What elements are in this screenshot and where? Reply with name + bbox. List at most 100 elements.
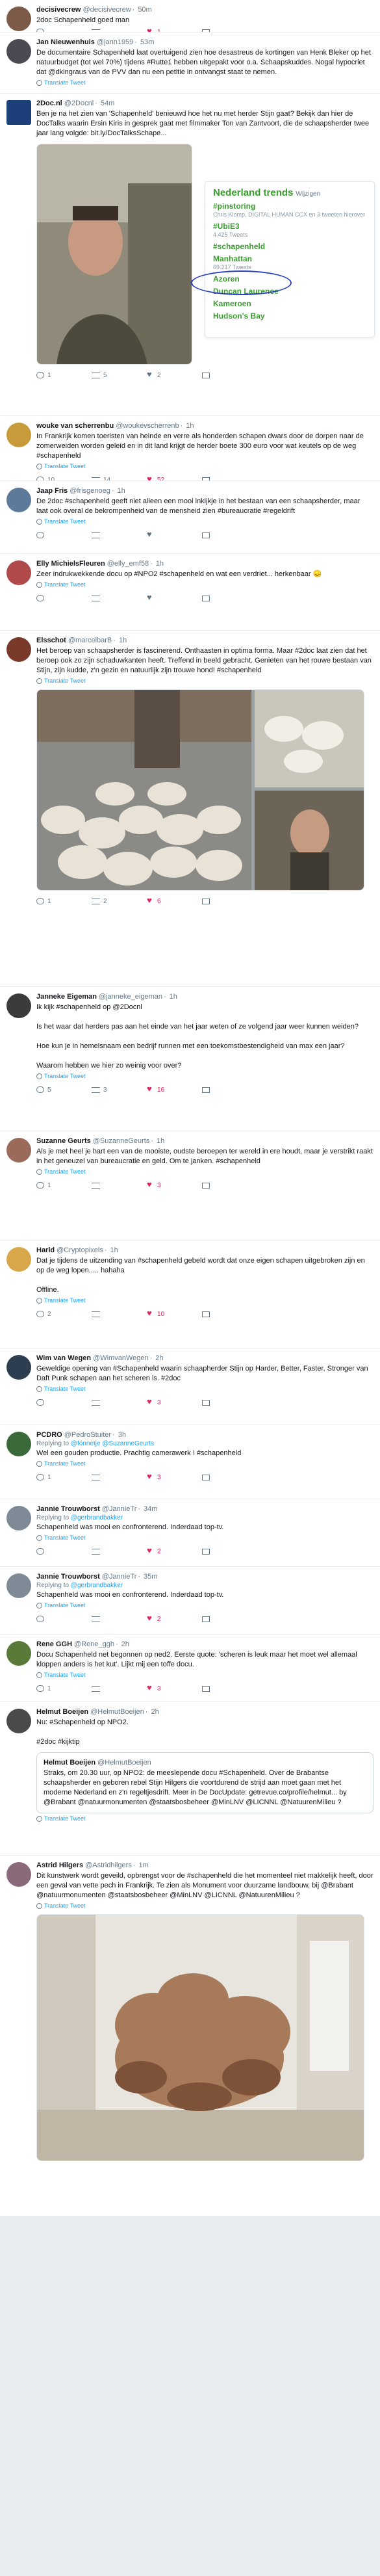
timestamp[interactable]: 1h	[110, 1246, 118, 1254]
timestamp[interactable]: 1h	[118, 487, 125, 495]
like-button[interactable]: 3	[147, 1179, 202, 1189]
tweet[interactable]: Janneke Eigeman @janneke_eigeman · 1h Ik ki…	[0, 987, 380, 1131]
reply-button[interactable]	[36, 1616, 92, 1622]
user-name[interactable]: Jannie Trouwborst	[36, 1573, 100, 1581]
like-button[interactable]: 3	[147, 1471, 202, 1481]
retweet-button[interactable]	[92, 1616, 147, 1622]
tweet[interactable]: Elly MichielsFleuren @elly_emf58 · 1h Zeer …	[0, 554, 380, 631]
trend-item[interactable]: #UbiE3 4.425 Tweets	[213, 222, 366, 239]
user-name[interactable]: PCDRO	[36, 1431, 62, 1439]
timestamp[interactable]: 34m	[144, 1505, 157, 1513]
trend-item[interactable]: #pinstoring Chris Klomp, DIGITAL HUMAN CC…	[213, 202, 366, 218]
tweet[interactable]: Rene GGH @Rene_ggh · 2h Docu Schapenheld ne…	[0, 1635, 380, 1702]
user-name[interactable]: Jannie Trouwborst	[36, 1505, 100, 1513]
avatar[interactable]	[6, 1709, 31, 1733]
translate-link[interactable]: Translate Tweet	[36, 581, 374, 588]
user-handle[interactable]: @decisivecrew	[83, 6, 131, 14]
mention-link[interactable]: @fonnetje @SuzanneGeurts	[71, 1440, 154, 1447]
reply-button[interactable]	[36, 1548, 92, 1555]
tweet[interactable]: Jannie Trouwborst @JannieTr · 35m Replying …	[0, 1567, 380, 1635]
timestamp[interactable]: 3h	[118, 1431, 126, 1439]
user-name[interactable]: Jan Nieuwenhuis	[36, 38, 95, 46]
user-handle[interactable]: @frisgenoeg	[70, 487, 110, 495]
avatar[interactable]	[6, 637, 31, 662]
like-button[interactable]: 2	[147, 1545, 202, 1555]
user-handle[interactable]: @PedroStuiter	[64, 1431, 111, 1439]
dm-button[interactable]	[202, 1685, 257, 1692]
user-handle[interactable]: @jann1959	[97, 38, 133, 46]
user-name[interactable]: decisivecrew	[36, 6, 81, 14]
translate-link[interactable]: Translate Tweet	[36, 518, 374, 525]
dm-button[interactable]	[202, 1182, 257, 1189]
like-button[interactable]	[147, 529, 202, 539]
avatar[interactable]	[6, 423, 31, 447]
quoted-user-name[interactable]: Helmut Boeijen	[44, 1759, 95, 1767]
user-handle[interactable]: @JannieTr	[102, 1573, 137, 1581]
tweet[interactable]: Harld @Cryptopixels · 1h Dat je tijdens de …	[0, 1241, 380, 1348]
retweet-button[interactable]: 3	[92, 1086, 147, 1094]
tweet[interactable]: PCDRO @PedroStuiter · 3h Replying to @fonne…	[0, 1425, 380, 1499]
user-handle[interactable]: @marcelbarB	[68, 637, 112, 644]
tweet[interactable]: 2Doc.nl @2Docnl · 54m Ben je na het zien va…	[0, 94, 380, 416]
translate-link[interactable]: Translate Tweet	[36, 1534, 374, 1541]
user-handle[interactable]: @WimvanWegen	[93, 1354, 149, 1362]
retweet-button[interactable]	[92, 1311, 147, 1317]
tweet-image[interactable]	[36, 689, 364, 891]
translate-link[interactable]: Translate Tweet	[36, 1602, 374, 1609]
avatar[interactable]	[6, 7, 31, 31]
reply-button[interactable]: 2	[36, 1311, 92, 1318]
dm-button[interactable]	[202, 898, 257, 904]
timestamp[interactable]: 35m	[144, 1573, 157, 1581]
user-name[interactable]: wouke van scherrenbu	[36, 422, 114, 430]
timestamp[interactable]: 2h	[151, 1708, 158, 1716]
timestamp[interactable]: 1h	[156, 560, 164, 568]
trend-item-schapenheld[interactable]: #schapenheld	[213, 242, 366, 251]
avatar[interactable]	[6, 1506, 31, 1531]
tweet[interactable]: wouke van scherrenbu @woukevscherrenb · 1h …	[0, 416, 380, 481]
user-handle[interactable]: @2Docnl	[64, 99, 94, 107]
user-handle[interactable]: @SuzanneGeurts	[93, 1137, 150, 1145]
timestamp[interactable]: 2h	[121, 1640, 129, 1648]
avatar[interactable]	[6, 1138, 31, 1163]
dm-button[interactable]	[202, 1399, 257, 1406]
retweet-button[interactable]: 5	[92, 372, 147, 379]
reply-button[interactable]	[36, 532, 92, 538]
translate-link[interactable]: Translate Tweet	[36, 1902, 374, 1909]
reply-button[interactable]: 10	[36, 477, 92, 480]
retweet-button[interactable]	[92, 532, 147, 538]
user-name[interactable]: Astrid Hilgers	[36, 1861, 83, 1869]
tweet[interactable]: Suzanne Geurts @SuzanneGeurts · 1h Als je m…	[0, 1131, 380, 1241]
translate-link[interactable]: Translate Tweet	[36, 79, 374, 86]
avatar[interactable]	[6, 560, 31, 585]
timestamp[interactable]: 2h	[155, 1354, 163, 1362]
like-button[interactable]: 16	[147, 1084, 202, 1094]
mention-link[interactable]: @gerbrandbakker	[71, 1582, 123, 1589]
tweet[interactable]: Helmut Boeijen @HelmutBoeijen · 2h Nu: #Sch…	[0, 1702, 380, 1856]
reply-button[interactable]	[36, 595, 92, 601]
tweet[interactable]: Jan Nieuwenhuis @jann1959 · 53m De document…	[0, 33, 380, 94]
timestamp[interactable]: 53m	[140, 38, 154, 46]
tweet-image[interactable]	[36, 1914, 364, 2161]
tweet[interactable]: Astrid Hilgers @Astridhilgers · 1m Dit kuns…	[0, 1856, 380, 2216]
retweet-button[interactable]	[92, 1182, 147, 1189]
reply-button[interactable]: 1	[36, 372, 92, 379]
user-name[interactable]: Rene GGH	[36, 1640, 72, 1648]
dm-button[interactable]	[202, 1548, 257, 1555]
translate-link[interactable]: Translate Tweet	[36, 1168, 374, 1175]
timestamp[interactable]: 1h	[186, 422, 194, 430]
like-button[interactable]: 2	[147, 369, 202, 379]
translate-link[interactable]: Translate Tweet	[36, 1386, 374, 1392]
retweet-button[interactable]	[92, 1548, 147, 1555]
translate-link[interactable]: Translate Tweet	[36, 1460, 374, 1467]
avatar[interactable]	[6, 993, 31, 1018]
timestamp[interactable]: 1h	[157, 1137, 164, 1145]
user-handle[interactable]: @Cryptopixels	[57, 1246, 103, 1254]
retweet-button[interactable]: 2	[92, 898, 147, 905]
avatar[interactable]	[6, 39, 31, 64]
user-name[interactable]: 2Doc.nl	[36, 99, 62, 107]
trend-item[interactable]: Hudson's Bay	[213, 311, 366, 321]
dm-button[interactable]	[202, 1616, 257, 1622]
retweet-button[interactable]: 14	[92, 477, 147, 480]
translate-link[interactable]: Translate Tweet	[36, 1672, 374, 1678]
tweet[interactable]: decisivecrew @decisivecrew · 50m 2doc Schap…	[0, 0, 380, 33]
